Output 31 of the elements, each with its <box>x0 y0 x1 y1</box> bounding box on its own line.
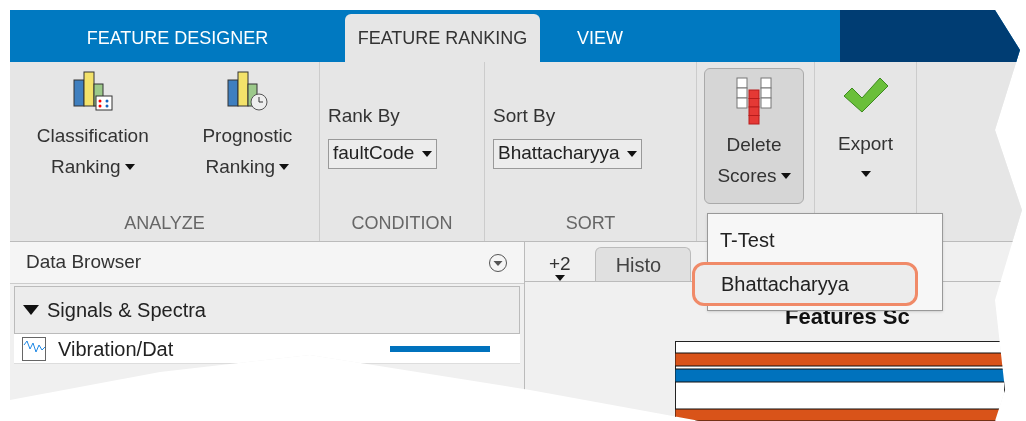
ranking-button[interactable]: Classification Ranking <box>36 70 149 210</box>
menu-item[interactable]: Bhattacharyya <box>692 262 918 306</box>
signal-name: Vibration/Dat <box>58 338 175 359</box>
ranking-icon <box>224 70 271 112</box>
panel-title: Data Browser <box>26 250 142 275</box>
caret-icon <box>554 275 565 281</box>
dropdown[interactable]: faultCode <box>328 138 438 169</box>
delete-scores-button[interactable]: Delete Scores <box>704 68 804 204</box>
caret-icon <box>279 163 290 170</box>
table-icon <box>736 77 772 125</box>
menu-item[interactable]: T-Test <box>708 218 942 262</box>
group-label: ANALYZE <box>123 212 206 235</box>
ranking-button[interactable]: Prognostic Ranking <box>202 70 293 210</box>
field-label: Rank By <box>328 104 401 128</box>
group-label: SORT <box>564 212 617 235</box>
ribbon-tab[interactable]: FEATURE RANKING <box>345 14 540 62</box>
caret-icon <box>860 171 871 177</box>
caret-icon <box>780 172 791 179</box>
section-header[interactable]: Signals & Spectra <box>14 286 520 334</box>
field-label: Sort By <box>493 104 557 128</box>
export-button[interactable]: Export <box>815 76 916 177</box>
dropdown[interactable]: Bhattacharyya <box>493 138 643 169</box>
group-label: CONDITION <box>350 212 454 235</box>
caret-icon <box>422 150 433 157</box>
signal-row[interactable]: Vibration/Dat <box>14 334 520 364</box>
more-tabs-button[interactable]: +2 <box>537 253 583 281</box>
document-tab[interactable]: Histo <box>594 247 691 281</box>
caret-icon <box>124 163 135 170</box>
caret-icon <box>627 150 638 157</box>
signal-icon <box>22 336 46 361</box>
dropdown-circle-icon[interactable] <box>488 252 508 273</box>
